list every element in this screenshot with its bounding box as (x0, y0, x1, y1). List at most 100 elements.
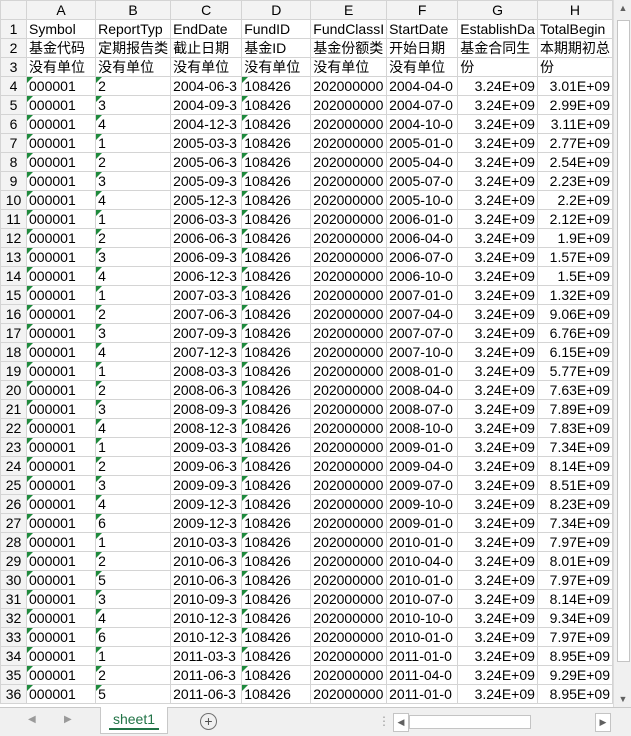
cell[interactable]: 108426 (241, 323, 312, 343)
cell[interactable]: 3.24E+09 (457, 456, 538, 476)
cell[interactable]: 202000000 (310, 266, 388, 286)
cell[interactable]: 没有单位 (170, 57, 243, 77)
row-header[interactable]: 12 (0, 228, 28, 248)
cell[interactable]: 108426 (241, 551, 312, 571)
cell[interactable]: 2008-06-3 (170, 380, 243, 400)
cell[interactable]: 基金代码 (26, 38, 97, 58)
cell[interactable]: 202000000 (310, 133, 388, 153)
cell[interactable]: 202000000 (310, 418, 388, 438)
column-header[interactable]: D (241, 0, 312, 20)
cell[interactable]: 202000000 (310, 323, 388, 343)
cell[interactable]: 3.24E+09 (457, 323, 538, 343)
cell[interactable]: 2011-06-3 (170, 684, 243, 704)
cell[interactable]: 5 (95, 684, 172, 704)
column-header[interactable]: E (310, 0, 388, 20)
cell[interactable]: 2009-07-0 (386, 475, 459, 495)
row-header[interactable]: 35 (0, 665, 28, 685)
row-header[interactable]: 18 (0, 342, 28, 362)
cell[interactable]: 没有单位 (26, 57, 97, 77)
cell[interactable]: 5.77E+09 (536, 361, 613, 381)
cell[interactable]: 202000000 (310, 532, 388, 552)
row-header[interactable]: 3 (0, 57, 28, 77)
cell[interactable]: 9.34E+09 (536, 608, 613, 628)
cell[interactable]: 2008-09-3 (170, 399, 243, 419)
cell[interactable]: 2004-09-3 (170, 95, 243, 115)
cell[interactable]: 202000000 (310, 608, 388, 628)
cell[interactable]: 2.54E+09 (536, 152, 613, 172)
cell[interactable]: 108426 (241, 285, 312, 305)
cell[interactable]: 6 (95, 627, 172, 647)
cell[interactable]: 3.24E+09 (457, 285, 538, 305)
cell[interactable]: 8.95E+09 (536, 684, 613, 704)
row-header[interactable]: 17 (0, 323, 28, 343)
cell[interactable]: 000001 (26, 570, 97, 590)
cell[interactable]: 截止日期 (170, 38, 243, 58)
cell[interactable]: 108426 (241, 418, 312, 438)
cell[interactable]: 000001 (26, 361, 97, 381)
cell[interactable]: 202000000 (310, 627, 388, 647)
cell[interactable]: 2005-10-0 (386, 190, 459, 210)
cell[interactable]: 9.06E+09 (536, 304, 613, 324)
cell[interactable]: 202000000 (310, 152, 388, 172)
cell[interactable]: 4 (95, 190, 172, 210)
horizontal-scrollbar[interactable]: ◀ ▶ (393, 713, 611, 732)
cell[interactable]: 202000000 (310, 380, 388, 400)
cell[interactable]: 2 (95, 228, 172, 248)
cell[interactable]: 3 (95, 323, 172, 343)
row-header[interactable]: 9 (0, 171, 28, 191)
cell[interactable]: 108426 (241, 380, 312, 400)
column-header[interactable]: C (170, 0, 243, 20)
cell[interactable]: 2005-04-0 (386, 152, 459, 172)
cell[interactable]: 2011-06-3 (170, 665, 243, 685)
cell[interactable]: 2010-12-3 (170, 608, 243, 628)
cell[interactable]: 202000000 (310, 247, 388, 267)
cell[interactable]: 202000000 (310, 437, 388, 457)
cell[interactable]: 2010-01-0 (386, 532, 459, 552)
cell[interactable]: 2004-04-0 (386, 76, 459, 96)
cell[interactable]: 2004-07-0 (386, 95, 459, 115)
cell[interactable]: 000001 (26, 342, 97, 362)
row-header[interactable]: 13 (0, 247, 28, 267)
cell[interactable]: 2009-01-0 (386, 437, 459, 457)
cell[interactable]: 108426 (241, 95, 312, 115)
cell[interactable]: 000001 (26, 209, 97, 229)
row-header[interactable]: 28 (0, 532, 28, 552)
cell[interactable]: 202000000 (310, 456, 388, 476)
cell[interactable]: 2 (95, 380, 172, 400)
cell[interactable]: 2009-03-3 (170, 437, 243, 457)
cell[interactable]: 108426 (241, 608, 312, 628)
cell[interactable]: 2006-09-3 (170, 247, 243, 267)
cell[interactable]: 4 (95, 494, 172, 514)
cell[interactable]: 000001 (26, 304, 97, 324)
cell[interactable]: 3.24E+09 (457, 342, 538, 362)
cell[interactable]: 202000000 (310, 228, 388, 248)
cell[interactable]: 108426 (241, 646, 312, 666)
cell[interactable]: 2.12E+09 (536, 209, 613, 229)
cell[interactable]: 1 (95, 361, 172, 381)
cell[interactable]: 7.97E+09 (536, 532, 613, 552)
cell[interactable]: 000001 (26, 684, 97, 704)
cell[interactable]: 7.89E+09 (536, 399, 613, 419)
cell[interactable]: 8.95E+09 (536, 646, 613, 666)
cell[interactable]: 2008-07-0 (386, 399, 459, 419)
cell[interactable]: 8.51E+09 (536, 475, 613, 495)
cell[interactable]: 000001 (26, 152, 97, 172)
cell[interactable]: 108426 (241, 152, 312, 172)
row-header[interactable]: 34 (0, 646, 28, 666)
cell[interactable]: 3.24E+09 (457, 209, 538, 229)
cell[interactable]: 202000000 (310, 304, 388, 324)
cell[interactable]: 2.99E+09 (536, 95, 613, 115)
cell[interactable]: 7.97E+09 (536, 570, 613, 590)
cell[interactable]: 3.24E+09 (457, 190, 538, 210)
cell[interactable]: 没有单位 (241, 57, 312, 77)
cell[interactable]: 108426 (241, 304, 312, 324)
cell[interactable]: 2006-12-3 (170, 266, 243, 286)
cell[interactable]: 2007-03-3 (170, 285, 243, 305)
cell[interactable]: 108426 (241, 209, 312, 229)
cell[interactable]: 2010-12-3 (170, 627, 243, 647)
cell[interactable]: 3.24E+09 (457, 532, 538, 552)
cell[interactable]: 202000000 (310, 513, 388, 533)
cell[interactable]: 8.23E+09 (536, 494, 613, 514)
cell[interactable]: 基金份额类 (310, 38, 388, 58)
cell[interactable]: 2010-01-0 (386, 570, 459, 590)
